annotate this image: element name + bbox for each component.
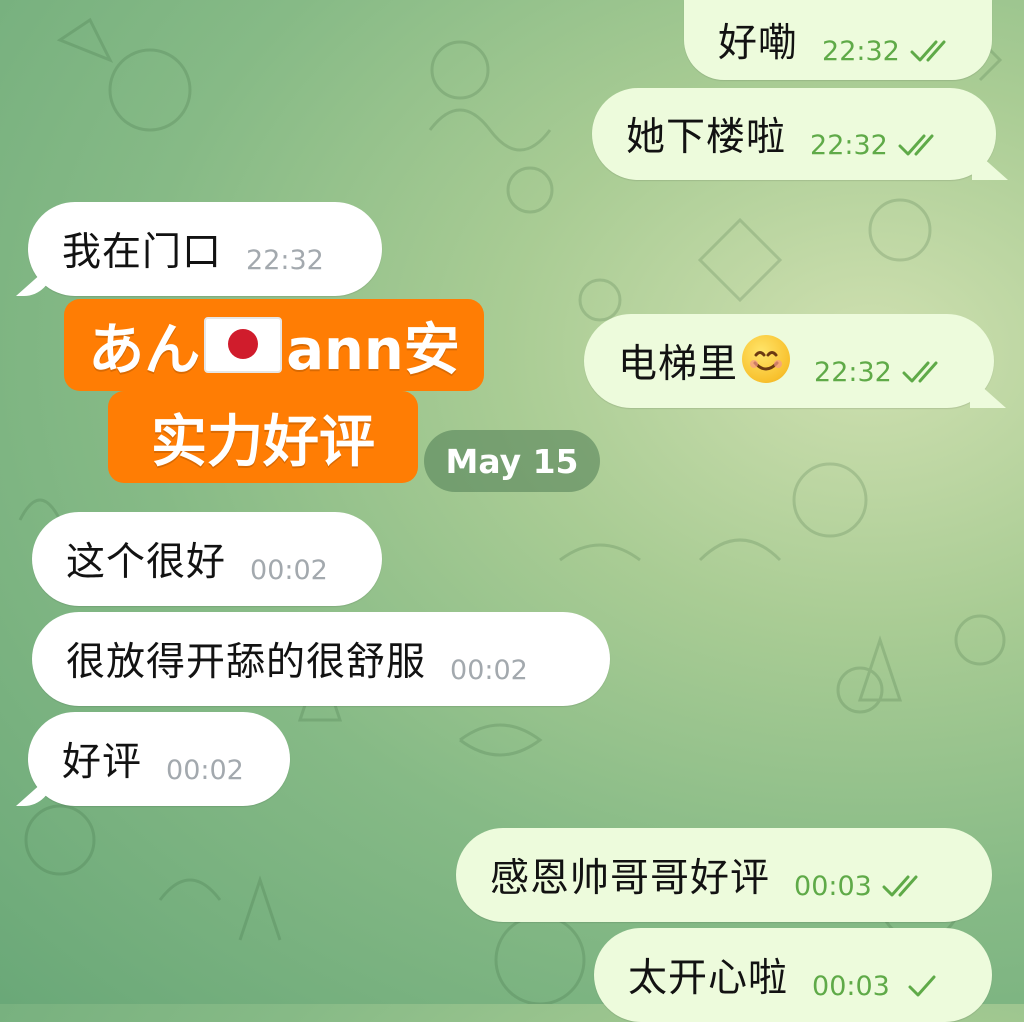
- sticker-text-left: あん: [88, 317, 201, 383]
- double-check-icon: [882, 875, 918, 897]
- message-bubble-incoming[interactable]: 这个很好 00:02: [32, 512, 382, 606]
- double-check-icon: [898, 134, 934, 156]
- message-time: 00:03: [812, 970, 890, 1002]
- message-bubble-outgoing[interactable]: 感恩帅哥哥好评 00:03: [456, 828, 992, 922]
- message-bubble-outgoing[interactable]: 她下楼啦 22:32: [592, 88, 996, 180]
- message-time: 22:32: [810, 129, 888, 161]
- date-separator: May 15: [424, 430, 600, 492]
- message-text: 她下楼啦: [626, 115, 787, 160]
- sticker-text-right: ann安: [286, 317, 460, 383]
- message-time: 00:02: [166, 754, 244, 786]
- message-time: 00:02: [450, 654, 528, 686]
- single-check-icon: [908, 975, 936, 997]
- message-bubble-outgoing[interactable]: 好嘞 22:32: [684, 0, 992, 80]
- message-text: 很放得开舔的很舒服: [66, 640, 427, 685]
- message-time: 00:03: [794, 870, 872, 902]
- message-text: 这个很好: [66, 540, 227, 585]
- message-text: 我在门口: [62, 230, 223, 275]
- message-text: 太开心啦: [628, 956, 789, 1001]
- message-text: 好评: [62, 740, 143, 785]
- message-time: 22:32: [246, 244, 324, 276]
- message-time: 22:32: [822, 35, 900, 67]
- message-text: 好嘞: [718, 21, 799, 66]
- message-bubble-incoming[interactable]: 很放得开舔的很舒服 00:02: [32, 612, 610, 706]
- japan-flag-icon: [204, 317, 283, 373]
- message-time: 22:32: [814, 356, 892, 388]
- message-time: 00:02: [250, 554, 328, 586]
- message-bubble-outgoing[interactable]: 电梯里 22:32: [584, 314, 994, 408]
- sticker-text-line2: 实力好评: [151, 409, 375, 475]
- message-bubble-incoming[interactable]: 我在门口 22:32: [28, 202, 382, 296]
- double-check-icon: [910, 40, 946, 62]
- smiling-face-emoji: [742, 335, 791, 383]
- sticker[interactable]: あん ann安 实力好评: [64, 299, 484, 483]
- sticker-line-1: あん ann安: [64, 299, 484, 391]
- message-text: 电梯里: [618, 342, 739, 387]
- double-check-icon: [902, 361, 938, 383]
- message-bubble-incoming[interactable]: 好评 00:02: [28, 712, 290, 806]
- message-text: 感恩帅哥哥好评: [490, 856, 771, 901]
- message-bubble-outgoing[interactable]: 太开心啦 00:03: [594, 928, 992, 1022]
- sticker-line-2: 实力好评: [108, 391, 418, 483]
